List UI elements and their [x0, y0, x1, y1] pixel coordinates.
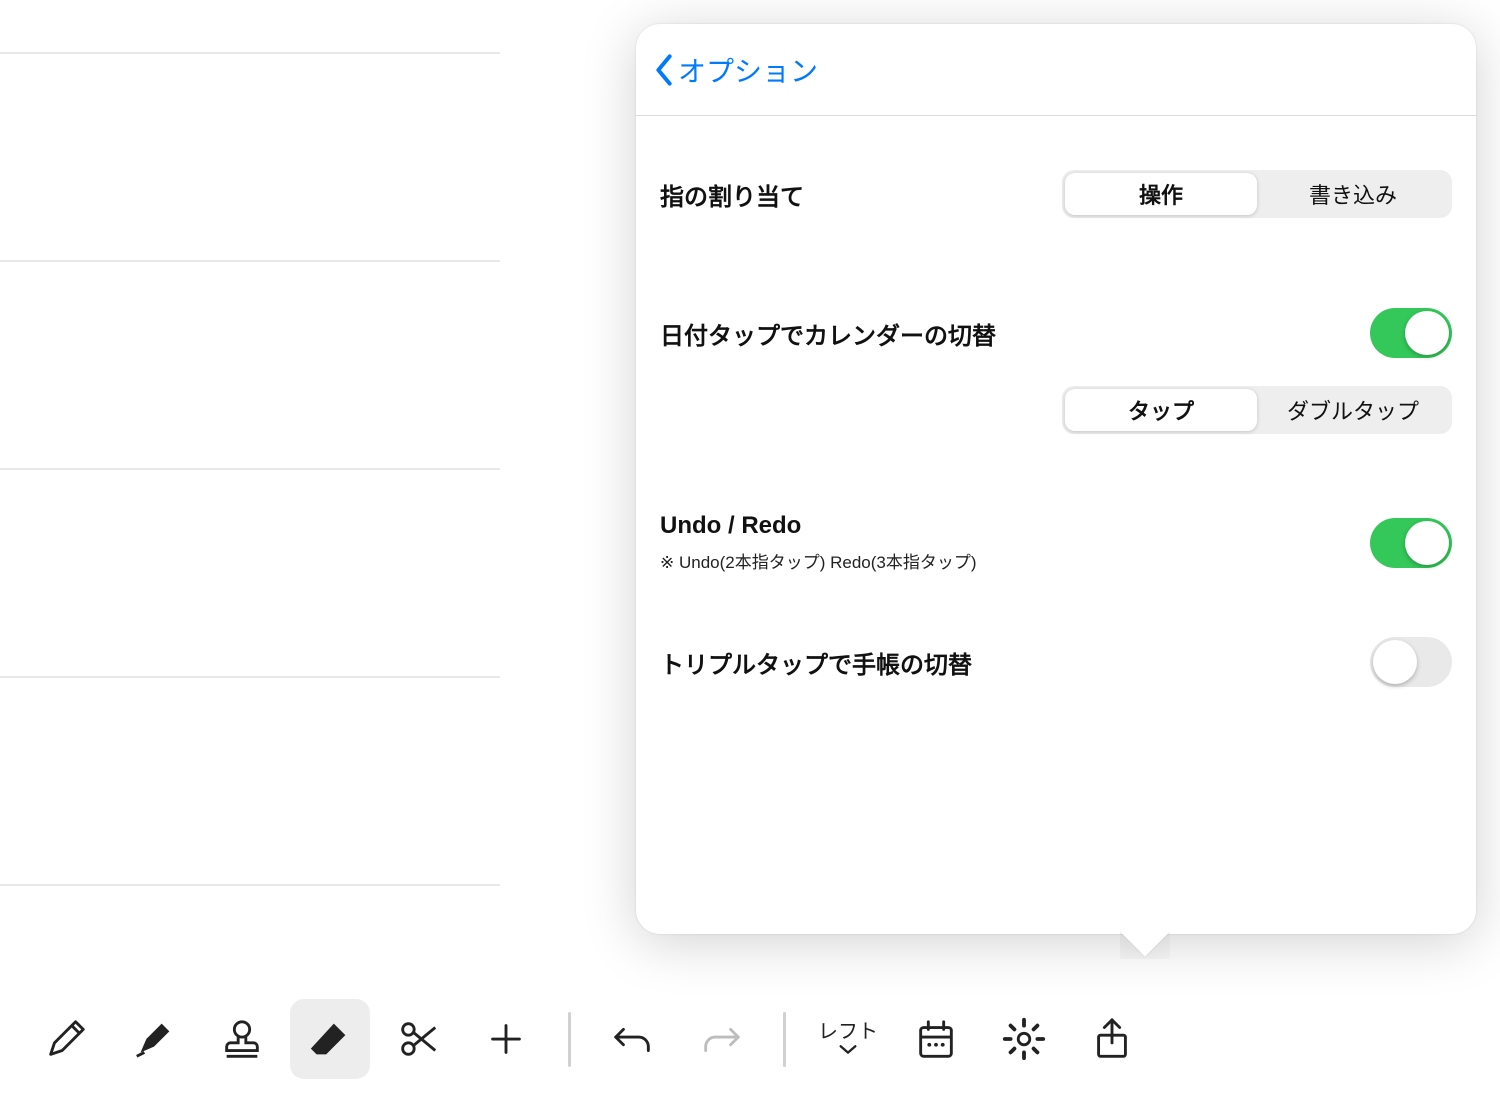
spacer	[660, 593, 1452, 617]
paper-rule	[0, 260, 500, 262]
undo-redo-note: ※ Undo(2本指タップ) Redo(3本指タップ)	[660, 548, 977, 573]
spacer	[660, 442, 1452, 492]
chevron-down-icon	[837, 1042, 859, 1056]
pencil-tool[interactable]	[26, 999, 106, 1079]
date-tap-label: 日付タップでカレンダーの切替	[660, 316, 996, 351]
bottom-toolbar: レフト	[0, 984, 1500, 1094]
stamp-icon	[219, 1016, 265, 1062]
share-button[interactable]	[1072, 999, 1152, 1079]
row-triple-tap: トリプルタップで手帳の切替	[660, 617, 1452, 707]
pencil-icon	[43, 1016, 89, 1062]
row-finger-assign: 指の割り当て 操作 書き込み	[660, 150, 1452, 238]
toggle-knob	[1405, 311, 1449, 355]
undo-redo-textblock: Undo / Redo ※ Undo(2本指タップ) Redo(3本指タップ)	[660, 512, 977, 573]
date-tap-toggle[interactable]	[1370, 308, 1452, 358]
seg-write[interactable]: 書き込み	[1257, 173, 1449, 215]
toolbar-separator	[783, 1012, 786, 1067]
marker-icon	[131, 1016, 177, 1062]
redo-button[interactable]	[681, 999, 761, 1079]
back-button[interactable]: オプション	[652, 50, 818, 90]
paper-rule	[0, 52, 500, 54]
undo-button[interactable]	[593, 999, 673, 1079]
share-icon	[1089, 1016, 1135, 1062]
undo-redo-toggle[interactable]	[1370, 518, 1452, 568]
spacer	[660, 238, 1452, 288]
paper-rule	[0, 676, 500, 678]
eraser-icon	[307, 1016, 353, 1062]
settings-button[interactable]	[984, 999, 1064, 1079]
plus-icon	[483, 1016, 529, 1062]
row-date-tap: 日付タップでカレンダーの切替	[660, 288, 1452, 378]
seg-tap[interactable]: タップ	[1065, 389, 1257, 431]
toggle-knob	[1405, 521, 1449, 565]
finger-assign-segmented[interactable]: 操作 書き込み	[1062, 170, 1452, 218]
seg-double-tap[interactable]: ダブルタップ	[1257, 389, 1449, 431]
panel-body: 指の割り当て 操作 書き込み 日付タップでカレンダーの切替 タップ ダブルタップ…	[636, 116, 1476, 731]
triple-tap-label: トリプルタップで手帳の切替	[660, 645, 972, 680]
redo-icon	[698, 1016, 744, 1062]
marker-tool[interactable]	[114, 999, 194, 1079]
finger-assign-label: 指の割り当て	[660, 177, 804, 212]
paper-rule	[0, 884, 500, 886]
gear-icon	[1001, 1016, 1047, 1062]
row-undo-redo: Undo / Redo ※ Undo(2本指タップ) Redo(3本指タップ)	[660, 492, 1452, 593]
calendar-icon	[913, 1016, 959, 1062]
calendar-button[interactable]	[896, 999, 976, 1079]
date-tap-segmented[interactable]: タップ ダブルタップ	[1062, 386, 1452, 434]
stamp-tool[interactable]	[202, 999, 282, 1079]
eraser-tool[interactable]	[290, 999, 370, 1079]
popover-arrow	[1120, 931, 1170, 959]
layout-switch-label: レフト	[818, 1022, 878, 1056]
paper-background	[0, 0, 500, 960]
toolbar-separator	[568, 1012, 571, 1067]
scissors-icon	[395, 1016, 441, 1062]
options-popover: オプション 指の割り当て 操作 書き込み 日付タップでカレンダーの切替 タップ …	[636, 24, 1476, 934]
chevron-left-icon	[652, 53, 676, 87]
scissors-tool[interactable]	[378, 999, 458, 1079]
toggle-knob	[1373, 640, 1417, 684]
add-button[interactable]	[466, 999, 546, 1079]
row-date-tap-mode: タップ ダブルタップ	[660, 378, 1452, 442]
paper-rule	[0, 468, 500, 470]
layout-switch[interactable]: レフト	[808, 999, 888, 1079]
seg-operation[interactable]: 操作	[1065, 173, 1257, 215]
panel-header: オプション	[636, 24, 1476, 116]
panel-title: オプション	[678, 50, 818, 90]
layout-switch-text: レフト	[818, 1022, 878, 1042]
triple-tap-toggle[interactable]	[1370, 637, 1452, 687]
undo-icon	[610, 1016, 656, 1062]
undo-redo-label: Undo / Redo	[660, 512, 977, 540]
